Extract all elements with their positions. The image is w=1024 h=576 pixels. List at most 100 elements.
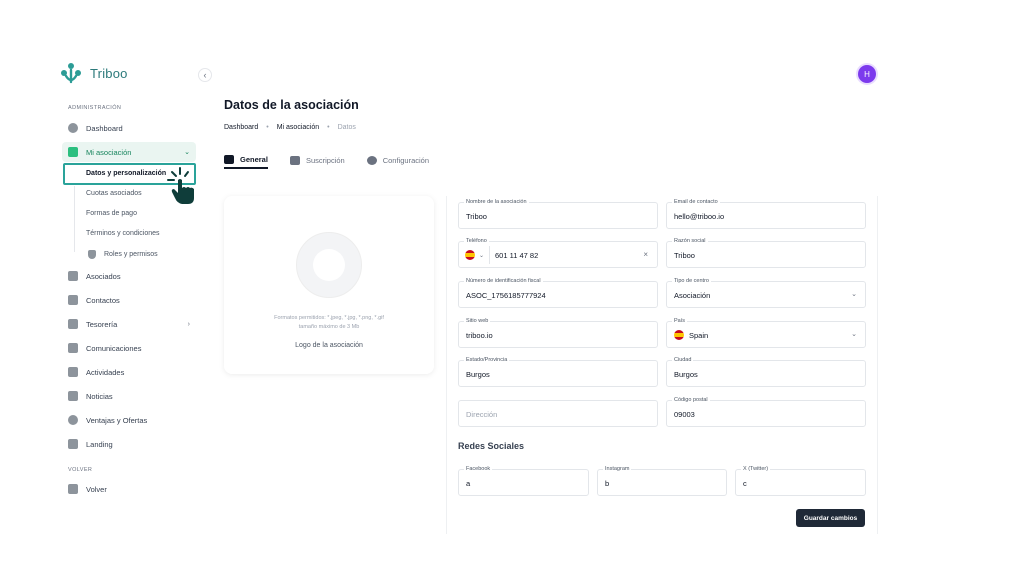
field-value: b	[605, 479, 610, 488]
field-placeholder: Dirección	[466, 410, 498, 419]
logo-label: Logo de la asociación	[295, 342, 363, 349]
chevron-left-icon: ‹	[203, 70, 207, 80]
twitter-field[interactable]: X (Twitter) c	[735, 466, 866, 496]
field-label: Facebook	[464, 466, 493, 472]
page-title: Datos de la asociación	[224, 98, 359, 112]
breadcrumb-item-dashboard[interactable]: Dashboard	[224, 124, 258, 131]
sidebar-item-landing[interactable]: Landing	[62, 434, 196, 454]
sidebar-item-comunicaciones[interactable]: Comunicaciones	[62, 338, 196, 358]
messages-icon	[68, 343, 78, 353]
tab-label: Configuración	[382, 156, 429, 165]
field-value: hello@triboo.io	[674, 212, 725, 221]
tab-general[interactable]: General	[224, 152, 268, 169]
tab-suscripcion[interactable]: Suscripción	[289, 152, 345, 169]
offer-icon	[68, 415, 78, 425]
sidebar-item-volver[interactable]: Volver	[62, 479, 196, 499]
logo-upload-card: Formatos permitidos: *.jpeg, *.jpg, *.pn…	[224, 196, 434, 374]
nombre-field[interactable]: Nombre de la asociación Triboo	[458, 199, 658, 229]
clear-icon[interactable]: ×	[643, 250, 648, 259]
chevron-down-icon: ⌄	[184, 149, 190, 156]
field-value: Burgos	[674, 370, 698, 379]
field-label: Instagram	[603, 466, 632, 472]
sidebar-item-mi-asociacion[interactable]: Mi asociación ⌄	[62, 142, 196, 162]
email-field[interactable]: Email de contacto hello@triboo.io	[666, 199, 866, 229]
pais-value: Spain	[674, 330, 708, 340]
breadcrumb-item-mi-asociacion[interactable]: Mi asociación	[277, 124, 319, 131]
submenu-item-formas-pago[interactable]: Formas de pago	[86, 210, 137, 217]
phone-divider	[489, 246, 490, 264]
collapse-sidebar-button[interactable]: ‹	[198, 68, 212, 82]
breadcrumb-separator: •	[327, 124, 330, 131]
sidebar-item-tesoreria[interactable]: Tesorería ›	[62, 314, 196, 334]
field-value: Triboo	[674, 251, 695, 260]
dashboard-icon	[68, 123, 78, 133]
codigo-postal-field[interactable]: Código postal 09003	[666, 397, 866, 427]
field-value: Asociación	[674, 291, 711, 300]
nif-field[interactable]: Número de identificación fiscal ASOC_175…	[458, 278, 658, 308]
sidebar-item-contactos[interactable]: Contactos	[62, 290, 196, 310]
breadcrumb-separator: •	[266, 124, 269, 131]
submenu-item-roles[interactable]: Roles y permisos	[88, 250, 158, 259]
sidebar-item-label: Comunicaciones	[86, 343, 142, 353]
tab-label: Suscripción	[305, 156, 345, 165]
contact-icon	[68, 295, 78, 305]
direccion-field[interactable]: Dirección	[458, 400, 658, 427]
sidebar-item-label: Asociados	[86, 271, 121, 281]
chevron-down-icon: ⌄	[479, 252, 485, 259]
field-value: c	[743, 479, 747, 488]
field-label: País	[672, 318, 688, 324]
breadcrumb: Dashboard • Mi asociación • Datos	[224, 124, 356, 131]
redes-sociales-title: Redes Sociales	[458, 441, 525, 451]
sidebar-item-noticias[interactable]: Noticias	[62, 386, 196, 406]
tab-label: General	[240, 155, 268, 164]
submenu-item-datos[interactable]: Datos y personalización	[86, 170, 166, 177]
field-value: ASOC_1756185777924	[466, 291, 546, 300]
estado-field[interactable]: Estado/Provincia Burgos	[458, 357, 658, 387]
chevron-down-icon: ⌄	[851, 291, 857, 298]
shield-icon	[88, 250, 96, 259]
section-label-admin: ADMINISTRACIÓN	[68, 105, 122, 111]
instagram-field[interactable]: Instagram b	[597, 466, 727, 496]
chevron-right-icon: ›	[187, 320, 190, 328]
save-button[interactable]: Guardar cambios	[796, 509, 865, 527]
sidebar-item-label: Landing	[86, 439, 113, 449]
field-label: Número de identificación fiscal	[464, 278, 543, 284]
back-arrow-icon	[68, 484, 78, 494]
field-label: Nombre de la asociación	[464, 199, 529, 205]
bank-icon	[68, 319, 78, 329]
field-value: 601 11 47 82	[495, 251, 539, 260]
field-label: Teléfono	[464, 238, 489, 244]
flag-icon	[68, 367, 78, 377]
sidebar-item-label: Noticias	[86, 391, 113, 401]
news-icon	[68, 391, 78, 401]
user-avatar[interactable]: H	[858, 65, 876, 83]
sidebar-item-label: Tesorería	[86, 319, 118, 329]
brand-name: Triboo	[90, 65, 128, 81]
field-label: Razón social	[672, 238, 708, 244]
facebook-field[interactable]: Facebook a	[458, 466, 589, 496]
country-code-select[interactable]: ⌄	[465, 250, 484, 260]
gear-icon	[366, 156, 377, 165]
field-label: X (Twitter)	[741, 466, 771, 472]
logo-formats-hint: Formatos permitidos: *.jpeg, *.jpg, *.pn…	[244, 314, 414, 332]
sidebar-item-actividades[interactable]: Actividades	[62, 362, 196, 382]
sidebar-item-ventajas[interactable]: Ventajas y Ofertas	[62, 410, 196, 430]
sidebar-item-dashboard[interactable]: Dashboard	[62, 118, 196, 138]
sidebar-item-asociados[interactable]: Asociados	[62, 266, 196, 286]
logo-upload-dropzone[interactable]	[296, 232, 362, 298]
submenu-item-terminos[interactable]: Términos y condiciones	[86, 230, 160, 237]
tab-configuracion[interactable]: Configuración	[366, 152, 429, 169]
brand-logo[interactable]: Triboo	[60, 62, 128, 84]
external-icon	[68, 439, 78, 449]
sitio-web-field[interactable]: Sitio web triboo.io	[458, 318, 658, 348]
logo-placeholder	[313, 249, 345, 281]
razon-social-field[interactable]: Razón social Triboo	[666, 238, 866, 268]
spain-flag-icon	[465, 250, 475, 260]
size-line: tamaño máximo de 3 Mb	[298, 323, 360, 330]
submenu-item-cuotas[interactable]: Cuotas asociados	[86, 190, 142, 197]
ciudad-field[interactable]: Ciudad Burgos	[666, 357, 866, 387]
tipo-centro-select[interactable]: Tipo de centro Asociación ⌄	[666, 278, 866, 308]
telefono-field[interactable]: Teléfono ⌄ 601 11 47 82 ×	[458, 238, 658, 268]
field-label: Código postal	[672, 397, 710, 403]
pais-select[interactable]: País Spain ⌄	[666, 318, 866, 348]
